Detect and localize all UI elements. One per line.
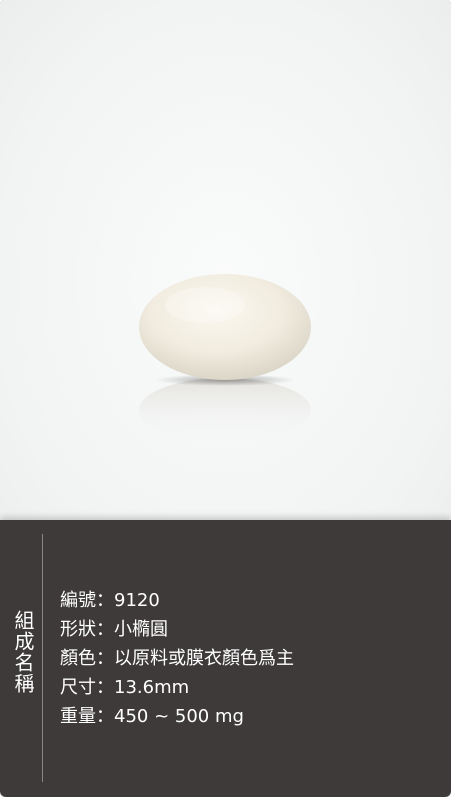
spec-separator: ： [96, 590, 114, 611]
product-card: 組成名稱 編號：9120 形狀：小橢圓 顏色：以原料或膜衣顏色爲主 尺寸：13.… [0, 0, 451, 797]
spec-separator: ： [96, 648, 114, 669]
pill-reflection [139, 378, 311, 442]
spec-separator: ： [96, 706, 114, 727]
oval-pill-image [139, 274, 311, 442]
info-panel: 組成名稱 編號：9120 形狀：小橢圓 顏色：以原料或膜衣顏色爲主 尺寸：13.… [0, 520, 451, 797]
spec-value: 9120 [114, 590, 160, 611]
spec-label: 重量 [60, 706, 96, 727]
product-photo [0, 0, 451, 520]
spec-row-shape: 形狀：小橢圓 [60, 615, 294, 644]
spec-label: 編號 [60, 590, 96, 611]
spec-value: 小橢圓 [114, 619, 168, 640]
spec-value: 13.6mm [114, 677, 190, 698]
spec-row-weight: 重量：450 ~ 500 mg [60, 702, 294, 731]
vertical-divider [42, 534, 43, 782]
panel-title: 組成名稱 [11, 610, 35, 694]
spec-value: 以原料或膜衣顏色爲主 [114, 648, 294, 669]
spec-row-code: 編號：9120 [60, 586, 294, 615]
spec-separator: ： [96, 677, 114, 698]
spec-label: 尺寸 [60, 677, 96, 698]
spec-label: 顏色 [60, 648, 96, 669]
spec-label: 形狀 [60, 619, 96, 640]
spec-list: 編號：9120 形狀：小橢圓 顏色：以原料或膜衣顏色爲主 尺寸：13.6mm 重… [60, 586, 294, 731]
spec-row-color: 顏色：以原料或膜衣顏色爲主 [60, 644, 294, 673]
spec-row-size: 尺寸：13.6mm [60, 673, 294, 702]
pill-highlight [165, 287, 245, 323]
spec-value: 450 ~ 500 mg [114, 706, 244, 727]
spec-separator: ： [96, 619, 114, 640]
